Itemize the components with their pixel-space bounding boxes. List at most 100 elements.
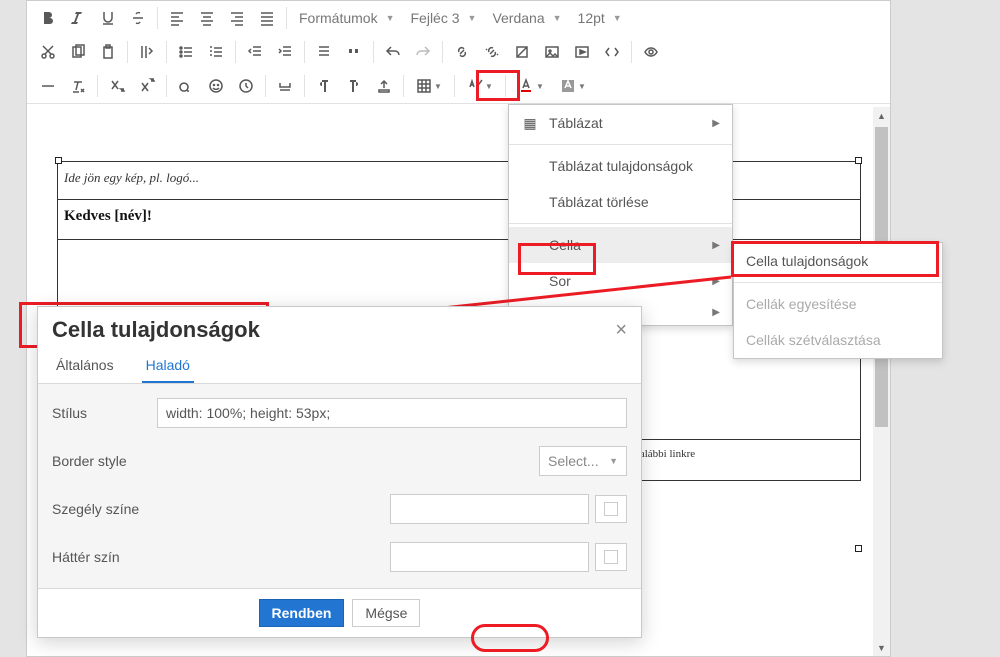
dialog-title: Cella tulajdonságok xyxy=(52,317,260,343)
dialog-tabs: Általános Haladó xyxy=(38,351,641,384)
align-center-button[interactable] xyxy=(193,4,221,32)
formats-label: Formátumok xyxy=(299,10,378,26)
tab-general[interactable]: Általános xyxy=(52,351,118,383)
blockquote-button[interactable] xyxy=(310,38,338,66)
cell-properties-dialog: Cella tulajdonságok × Általános Haladó S… xyxy=(37,306,642,638)
dialog-body: Stílus Border style Select... ▼ Szegély … xyxy=(38,384,641,588)
toolbar-row-1: Formátumok ▼ Fejléc 3 ▼ Verdana ▼ 12pt ▼ xyxy=(27,1,890,35)
dialog-close-button[interactable]: × xyxy=(615,319,627,342)
menu-table-props[interactable]: Táblázat tulajdonságok xyxy=(509,148,732,184)
underline-button[interactable] xyxy=(94,4,122,32)
superscript-button[interactable] xyxy=(133,72,161,100)
ol-button[interactable] xyxy=(202,38,230,66)
pilcrow-ltr-button[interactable] xyxy=(310,72,338,100)
submenu-split-label: Cellák szétválasztása xyxy=(746,332,881,348)
chevron-right-icon: ▶ xyxy=(712,240,720,251)
font-select[interactable]: Verdana ▼ xyxy=(484,10,569,26)
menu-table[interactable]: ▦ Táblázat ▶ xyxy=(509,105,732,141)
menu-delete-table[interactable]: Táblázat törlése xyxy=(509,184,732,220)
pilcrow-rtl-button[interactable] xyxy=(340,72,368,100)
align-justify-button[interactable] xyxy=(253,4,281,32)
table-button[interactable]: ▼ xyxy=(409,72,449,100)
bg-color-swatch[interactable] xyxy=(595,543,627,571)
bg-color-button[interactable]: ▼ xyxy=(553,72,593,100)
ok-button[interactable]: Rendben xyxy=(259,599,345,627)
toolbar-row-2 xyxy=(27,35,890,69)
style-input[interactable] xyxy=(157,398,627,428)
fontsize-select[interactable]: 12pt ▼ xyxy=(570,10,630,26)
upload-button[interactable] xyxy=(370,72,398,100)
style-label: Stílus xyxy=(52,405,157,421)
tab-advanced[interactable]: Haladó xyxy=(142,351,194,383)
cell-submenu: Cella tulajdonságok Cellák egyesítése Ce… xyxy=(733,242,943,359)
align-right-button[interactable] xyxy=(223,4,251,32)
unlink-button[interactable] xyxy=(478,38,506,66)
chevron-down-icon: ▼ xyxy=(553,13,562,23)
emoji-button[interactable] xyxy=(202,72,230,100)
border-style-value: Select... xyxy=(548,453,599,469)
menu-delete-table-label: Táblázat törlése xyxy=(549,194,649,210)
ul-button[interactable] xyxy=(172,38,200,66)
heading-label: Fejléc 3 xyxy=(411,10,460,26)
copy-button[interactable] xyxy=(64,38,92,66)
paste-button[interactable] xyxy=(94,38,122,66)
submenu-merge: Cellák egyesítése xyxy=(734,286,942,322)
bg-color-label: Háttér szín xyxy=(52,549,390,565)
link-button[interactable] xyxy=(448,38,476,66)
media-button[interactable] xyxy=(568,38,596,66)
bg-color-input[interactable] xyxy=(390,542,589,572)
chevron-down-icon: ▼ xyxy=(609,456,618,466)
undo-button[interactable] xyxy=(379,38,407,66)
subscript-button[interactable] xyxy=(103,72,131,100)
preview-button[interactable] xyxy=(637,38,665,66)
indent-button[interactable] xyxy=(271,38,299,66)
border-style-select[interactable]: Select... ▼ xyxy=(539,446,627,476)
menu-row[interactable]: Sor ▶ xyxy=(509,263,732,299)
find-button[interactable] xyxy=(133,38,161,66)
submenu-cell-props-label: Cella tulajdonságok xyxy=(746,253,868,269)
menu-table-props-label: Táblázat tulajdonságok xyxy=(549,158,693,174)
chevron-right-icon: ▶ xyxy=(712,276,720,287)
menu-cell-label: Cella xyxy=(549,237,581,253)
cut-button[interactable] xyxy=(34,38,62,66)
clear-format-button[interactable] xyxy=(64,72,92,100)
submenu-merge-label: Cellák egyesítése xyxy=(746,296,857,312)
chevron-down-icon: ▼ xyxy=(386,13,395,23)
scroll-up-arrow[interactable]: ▲ xyxy=(873,107,890,124)
cancel-button[interactable]: Mégse xyxy=(352,599,420,627)
border-color-label: Szegély színe xyxy=(52,501,390,517)
align-left-button[interactable] xyxy=(163,4,191,32)
spellcheck-button[interactable]: ▼ xyxy=(460,72,500,100)
hr-button[interactable] xyxy=(34,72,62,100)
heading-select[interactable]: Fejléc 3 ▼ xyxy=(403,10,485,26)
specialchar-button[interactable] xyxy=(172,72,200,100)
grid-icon: ▦ xyxy=(521,115,539,132)
nbsp-button[interactable] xyxy=(271,72,299,100)
menu-row-label: Sor xyxy=(549,273,571,289)
formats-select[interactable]: Formátumok ▼ xyxy=(291,10,403,26)
fontsize-label: 12pt xyxy=(578,10,605,26)
redo-button[interactable] xyxy=(409,38,437,66)
border-color-swatch[interactable] xyxy=(595,495,627,523)
submenu-cell-props[interactable]: Cella tulajdonságok xyxy=(734,243,942,279)
anchor-button[interactable] xyxy=(508,38,536,66)
strike-button[interactable] xyxy=(124,4,152,32)
code-button[interactable] xyxy=(598,38,626,66)
font-label: Verdana xyxy=(492,10,544,26)
menu-cell[interactable]: Cella ▶ xyxy=(509,227,732,263)
submenu-split: Cellák szétválasztása xyxy=(734,322,942,358)
logo-cell[interactable]: Ide jön egy kép, pl. logó... xyxy=(58,162,861,200)
vertical-scrollbar[interactable]: ▲ ▼ xyxy=(873,107,890,656)
quote-button[interactable] xyxy=(340,38,368,66)
greeting-cell[interactable]: Kedves [név]! xyxy=(58,200,861,240)
scroll-down-arrow[interactable]: ▼ xyxy=(873,639,890,656)
text-color-button[interactable]: ▼ xyxy=(511,72,551,100)
image-button[interactable] xyxy=(538,38,566,66)
italic-button[interactable] xyxy=(64,4,92,32)
border-style-label: Border style xyxy=(52,453,539,469)
outdent-button[interactable] xyxy=(241,38,269,66)
datetime-button[interactable] xyxy=(232,72,260,100)
border-color-input[interactable] xyxy=(390,494,589,524)
bold-button[interactable] xyxy=(34,4,62,32)
toolbar-row-3: ▼ ▼ ▼ ▼ xyxy=(27,69,890,103)
